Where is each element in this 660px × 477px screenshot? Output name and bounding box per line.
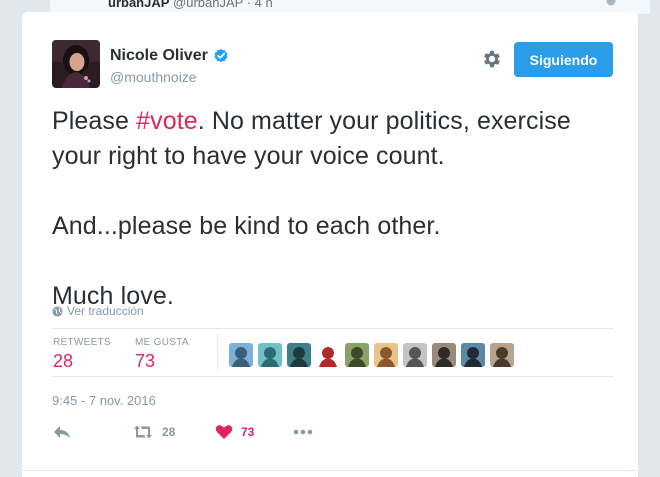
liker-avatar[interactable] — [316, 343, 340, 367]
divider — [22, 470, 638, 471]
retweets-label: RETWEETS — [53, 337, 111, 348]
gear-icon[interactable] — [481, 48, 503, 70]
hashtag-link[interactable]: #vote — [136, 107, 198, 135]
tweet-text: Please #vote. No matter your politics, e… — [52, 104, 622, 314]
retweets-stat[interactable]: RETWEETS 28 — [53, 337, 111, 372]
author-handle[interactable]: @mouthnoize — [110, 69, 197, 85]
retweets-count: 28 — [53, 351, 74, 371]
liker-avatar[interactable] — [374, 343, 398, 367]
avatar[interactable] — [52, 40, 100, 88]
following-button[interactable]: Siguiendo — [514, 42, 613, 77]
liker-avatar[interactable] — [258, 343, 282, 367]
divider — [52, 376, 614, 377]
retweet-count: 28 — [162, 425, 176, 439]
reply-icon — [54, 426, 70, 438]
tweet-timestamp[interactable]: 9:45 - 7 nov. 2016 — [52, 393, 156, 408]
likers-avatars — [229, 343, 519, 367]
likes-label: ME GUSTA — [135, 337, 189, 348]
stats-separator — [217, 334, 218, 370]
author-name[interactable]: Nicole Oliver — [110, 47, 208, 65]
globe-icon — [52, 305, 63, 317]
liker-avatar[interactable] — [345, 343, 369, 367]
reply-button[interactable] — [52, 424, 72, 440]
background-tweet-handle: @urbanJAP — [173, 0, 244, 10]
verified-badge-icon — [214, 48, 228, 63]
background-tweet-time: · 4 h — [246, 0, 273, 10]
globe-icon — [606, 0, 616, 6]
translate-label: Ver traducción — [67, 304, 144, 318]
avatar-image — [52, 40, 100, 88]
liker-avatar[interactable] — [461, 343, 485, 367]
liker-avatar[interactable] — [403, 343, 427, 367]
tweet-text-rest: . No matter your politics, exercise your… — [52, 107, 571, 310]
divider — [52, 328, 614, 329]
likes-count: 73 — [135, 351, 156, 371]
liker-avatar[interactable] — [432, 343, 456, 367]
liker-avatar[interactable] — [287, 343, 311, 367]
background-tweet-name[interactable]: urbanJAP — [108, 0, 169, 10]
like-count: 73 — [241, 425, 255, 439]
tweet-text-start: Please — [52, 107, 137, 135]
tweet-modal: Nicole Oliver @mouthnoize Siguiendo Plea… — [22, 12, 638, 477]
more-button[interactable] — [292, 424, 314, 440]
retweet-icon — [134, 425, 152, 439]
heart-icon — [215, 425, 233, 439]
likes-stat[interactable]: ME GUSTA 73 — [135, 337, 189, 372]
author-name-row: Nicole Oliver — [110, 47, 229, 65]
liker-avatar[interactable] — [490, 343, 514, 367]
background-tweet-header: urbanJAP @urbanJAP · 4 h — [108, 0, 273, 10]
like-button[interactable]: 73 — [215, 424, 254, 440]
retweet-button[interactable]: 28 — [132, 424, 175, 440]
more-dots-icon — [293, 429, 313, 435]
liker-avatar[interactable] — [229, 343, 253, 367]
translate-link[interactable]: Ver traducción — [52, 304, 144, 318]
